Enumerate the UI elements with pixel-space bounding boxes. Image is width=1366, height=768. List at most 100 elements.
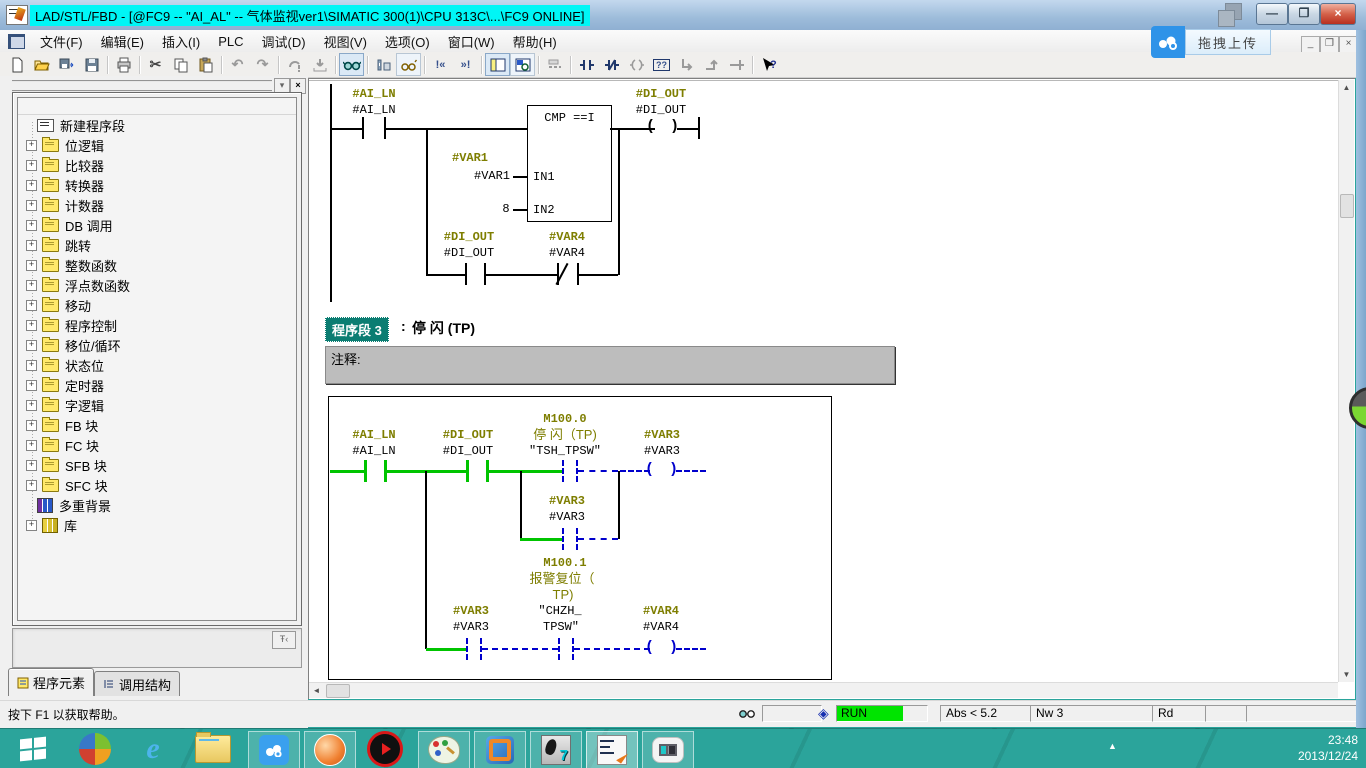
expand-icon[interactable]: + [26,400,37,411]
potplayer-button[interactable] [360,731,410,767]
scroll-left-icon[interactable]: ◄ [309,683,324,698]
horizontal-scrollbar[interactable]: ◄ [309,682,1338,698]
expand-icon[interactable]: + [26,260,37,271]
tree-item-5[interactable]: +DB 调用 [18,215,296,235]
new-button[interactable] [4,53,29,76]
tree-item-7[interactable]: +整数函数 [18,255,296,275]
paste-button[interactable] [193,53,218,76]
save-as-button[interactable] [54,53,79,76]
open-branch-button[interactable] [674,53,699,76]
tab-call-structure[interactable]: 调用结构 [94,671,180,696]
tree-item-19[interactable]: 多重背景 [18,495,296,515]
nc-contact-button[interactable] [599,53,624,76]
coil-di-out[interactable]: ( ) [646,118,682,135]
coil-button[interactable] [624,53,649,76]
expand-icon[interactable]: + [26,480,37,491]
menu-debug[interactable]: 调试(D) [253,30,315,53]
new-network-button[interactable] [542,53,567,76]
tree-item-2[interactable]: +比较器 [18,155,296,175]
tree-item-15[interactable]: +FB 块 [18,415,296,435]
mdi-restore-button[interactable]: ❐ [1320,36,1339,53]
tree-item-0[interactable]: 新建程序段 [18,115,296,135]
close-button[interactable]: × [1320,3,1356,25]
expand-icon[interactable]: + [26,180,37,191]
previous-error-button[interactable]: !« [428,53,453,76]
ie-button[interactable]: e [128,731,178,767]
step7-button[interactable]: 7 [530,731,582,768]
scroll-down-icon[interactable]: ▼ [1339,667,1354,682]
tree-item-12[interactable]: +状态位 [18,355,296,375]
undo-button[interactable]: ↶ [225,53,250,76]
insert-element-button[interactable]: Ŧ‹ [272,631,296,649]
help-button[interactable]: ? [756,53,781,76]
expand-icon[interactable]: + [26,380,37,391]
download-button[interactable] [307,53,332,76]
baidu-cloud-button[interactable] [248,731,300,768]
tree-item-11[interactable]: +移位/循环 [18,335,296,355]
overview-button[interactable] [510,53,535,76]
plcsim-button[interactable] [642,731,694,768]
copy-button[interactable] [168,53,193,76]
symbol-info-button[interactable] [396,53,421,76]
expand-icon[interactable]: + [26,300,37,311]
horizontal-scroll-thumb[interactable] [326,684,350,698]
print-button[interactable] [111,53,136,76]
hardware-button[interactable] [371,53,396,76]
tray-expand-icon[interactable]: ▲ [1108,741,1117,751]
stacked-windows-icon[interactable] [1218,3,1244,27]
browser-360-button[interactable] [70,731,120,767]
sidebar-toggle-button[interactable] [485,53,510,76]
expand-icon[interactable]: + [26,240,37,251]
expand-icon[interactable]: + [26,440,37,451]
next-error-button[interactable]: »! [453,53,478,76]
taskbar-clock[interactable]: 23:48 2013/12/24 [1298,732,1358,764]
close-branch-button[interactable] [699,53,724,76]
empty-box-button[interactable]: ?? [649,53,674,76]
connector-button[interactable] [724,53,749,76]
mdi-minimize-button[interactable]: _ [1301,36,1320,53]
baidu-upload-overlay[interactable]: 拖拽上传 [1151,26,1271,58]
scroll-up-icon[interactable]: ▲ [1339,80,1354,95]
monitor-toggle-button[interactable] [339,53,364,76]
explorer-button[interactable] [188,731,238,767]
network-comment[interactable]: 注释: [325,346,895,384]
paint-button[interactable] [418,731,470,768]
browser-orange-button[interactable] [304,731,356,768]
expand-icon[interactable]: + [26,140,37,151]
restore-button[interactable]: ❐ [1288,3,1320,25]
menu-edit[interactable]: 编辑(E) [92,30,153,53]
expand-icon[interactable]: + [26,460,37,471]
menu-file[interactable]: 文件(F) [31,30,92,53]
tree-item-13[interactable]: +定时器 [18,375,296,395]
expand-icon[interactable]: + [26,200,37,211]
block-call-button[interactable] [282,53,307,76]
expand-icon[interactable]: + [26,320,37,331]
expand-icon[interactable]: + [26,360,37,371]
tree-item-8[interactable]: +浮点数函数 [18,275,296,295]
menu-options[interactable]: 选项(O) [376,30,439,53]
cut-button[interactable]: ✂ [143,53,168,76]
tree-item-6[interactable]: +跳转 [18,235,296,255]
expand-icon[interactable]: + [26,520,37,531]
tree-item-1[interactable]: +位逻辑 [18,135,296,155]
tree-item-17[interactable]: +SFB 块 [18,455,296,475]
tree-item-10[interactable]: +程序控制 [18,315,296,335]
save-button[interactable] [79,53,104,76]
expand-icon[interactable]: + [26,420,37,431]
tree-item-20[interactable]: +库 [18,515,296,535]
menu-help[interactable]: 帮助(H) [504,30,566,53]
sidebar-grip[interactable] [12,80,272,92]
expand-icon[interactable]: + [26,340,37,351]
network-title[interactable]: 停 闪 (TP) [412,318,475,338]
mdi-child-icon[interactable] [8,34,25,49]
menu-plc[interactable]: PLC [209,32,252,51]
vmware-button[interactable] [474,731,526,768]
tree-item-9[interactable]: +移动 [18,295,296,315]
vertical-scrollbar[interactable]: ▲ ▼ [1338,80,1354,682]
expand-icon[interactable]: + [26,160,37,171]
menu-window[interactable]: 窗口(W) [439,30,504,53]
cmp-block[interactable]: CMP ==I IN1 IN2 [527,105,612,222]
menu-insert[interactable]: 插入(I) [153,30,209,53]
tree-item-18[interactable]: +SFC 块 [18,475,296,495]
tree-item-14[interactable]: +字逻辑 [18,395,296,415]
